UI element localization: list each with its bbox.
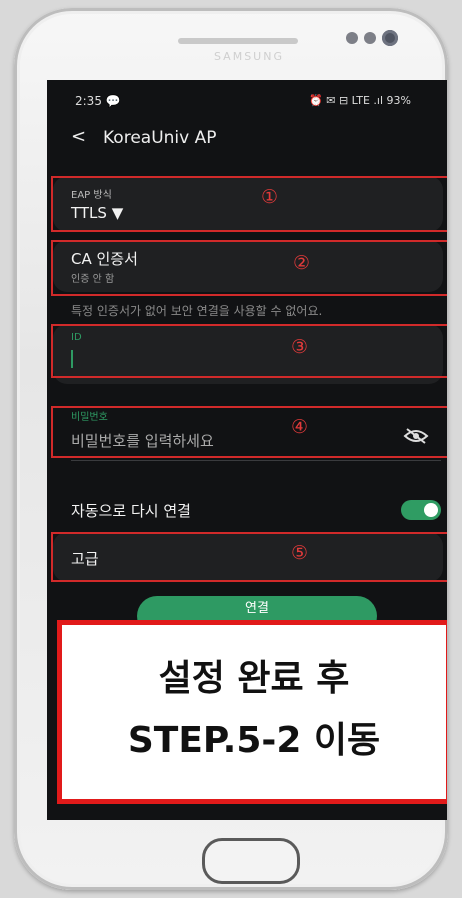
status-time: 2:35 💬	[75, 94, 121, 108]
brand-logo: SAMSUNG	[214, 50, 284, 63]
overlay-line-1: 설정 완료 후	[158, 658, 350, 699]
step-number-5: ⑤	[291, 542, 309, 564]
step-number-1: ①	[261, 186, 279, 208]
auto-reconnect-label: 자동으로 다시 연결	[71, 502, 191, 520]
overlay-line-2: STEP.5-2 이동	[127, 720, 381, 761]
chevron-left-icon[interactable]: <	[71, 126, 86, 147]
step-number-2: ②	[293, 252, 311, 274]
highlight-box-2	[51, 240, 447, 296]
earpiece-speaker	[178, 38, 298, 44]
chat-bubble-icon: 💬	[105, 94, 121, 108]
light-sensor	[364, 32, 376, 44]
password-underline	[71, 460, 441, 461]
instruction-overlay: 설정 완료 후 STEP.5-2 이동	[57, 620, 447, 804]
auto-reconnect-toggle[interactable]	[401, 500, 441, 520]
step-number-3: ③	[291, 336, 309, 358]
page-title: KoreaUniv AP	[103, 128, 217, 148]
proximity-sensor	[346, 32, 358, 44]
highlight-box-5	[51, 532, 447, 582]
front-camera-icon	[382, 30, 398, 46]
home-button[interactable]	[202, 838, 300, 884]
phone-frame: SAMSUNG 2:35 💬 ⏰ ✉ ⊟ LTE .ıl 93% < Korea…	[14, 8, 448, 890]
screen: 2:35 💬 ⏰ ✉ ⊟ LTE .ıl 93% < KoreaUniv AP …	[47, 80, 447, 820]
highlight-box-3	[51, 324, 447, 378]
certificate-warning: 특정 인증서가 없어 보안 연결을 사용할 수 없어요.	[71, 304, 323, 318]
step-number-4: ④	[291, 416, 309, 438]
toggle-knob	[424, 503, 438, 517]
highlight-box-4	[51, 406, 447, 458]
highlight-box-1	[51, 176, 447, 232]
status-indicators: ⏰ ✉ ⊟ LTE .ıl 93%	[309, 94, 411, 107]
